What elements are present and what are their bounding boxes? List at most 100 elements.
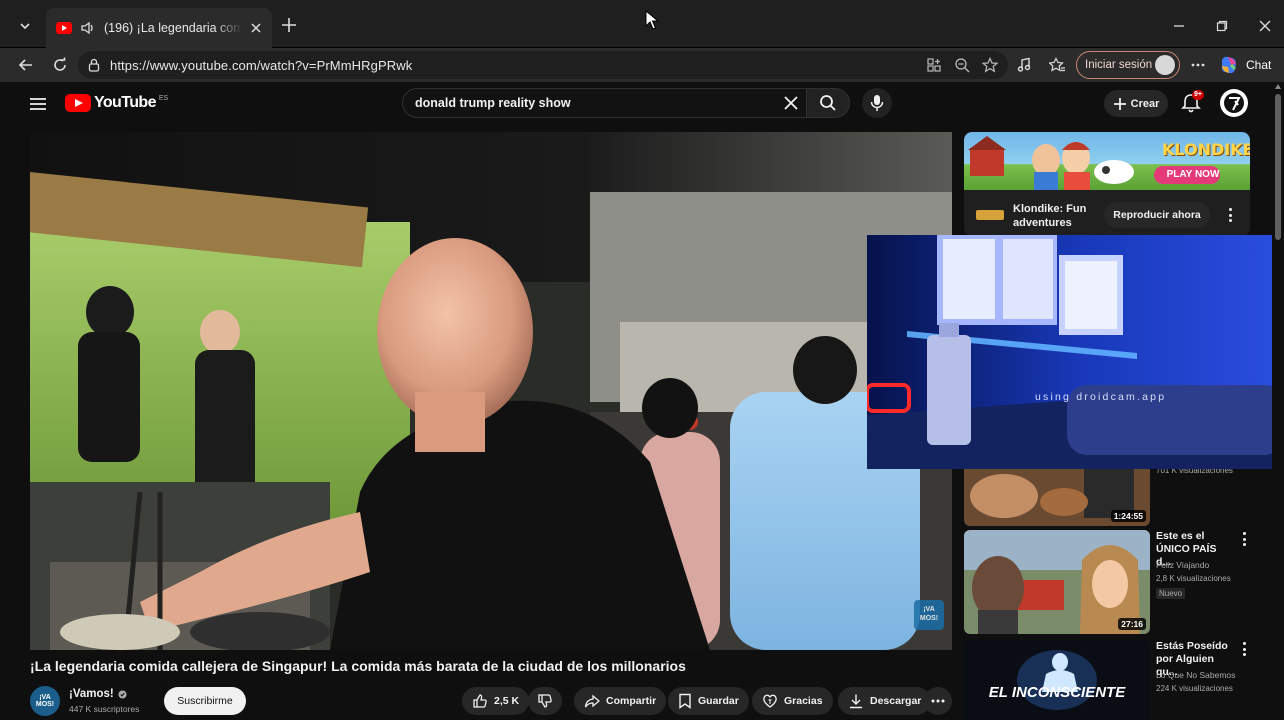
like-button[interactable]: 2,5 K	[462, 687, 530, 715]
copilot-icon	[1221, 56, 1237, 74]
droidcam-overlay[interactable]: using droidcam.app	[867, 235, 1284, 469]
search-icon	[820, 95, 836, 111]
list-item[interactable]: 27:16 Este es el ÚNICO PAÍS d... Feliz V…	[964, 530, 1254, 634]
search-input[interactable]: donald trump reality show	[402, 88, 806, 118]
share-button[interactable]: Compartir	[574, 687, 667, 715]
video-thumbnail[interactable]: EL INCONSCIENTE	[964, 640, 1150, 720]
close-tab-icon[interactable]	[250, 22, 262, 34]
notifications-button[interactable]: 9+	[1180, 90, 1204, 116]
save-button[interactable]: Guardar	[668, 687, 749, 715]
kebab-menu-icon[interactable]	[1242, 642, 1246, 656]
ad-play-now-button[interactable]: PLAY NOW	[1160, 169, 1226, 180]
ad-title[interactable]: Klondike: Fun adventures	[1013, 202, 1109, 230]
video-player[interactable]: ¡VA MOS!	[30, 132, 952, 650]
kebab-menu-icon[interactable]	[1242, 532, 1246, 546]
list-item[interactable]: 1:24:55 701 K visualizaciones	[964, 452, 1254, 526]
browser-tab-bar: (196) ¡La legendaria comida c	[0, 0, 1284, 48]
thumbs-up-icon	[473, 694, 487, 708]
reload-button[interactable]	[48, 53, 72, 77]
zoom-button[interactable]	[952, 55, 972, 75]
thumbnail-image	[964, 640, 1150, 720]
mouse-cursor-icon	[645, 10, 659, 30]
video-owner-row: ¡VA MOS! ¡Vamos! 447 K suscriptores Susc…	[30, 684, 952, 720]
voice-search-button[interactable]	[862, 88, 892, 118]
list-item[interactable]: EL INCONSCIENTE Estás Poseído por Alguie…	[964, 640, 1254, 720]
subscribe-button[interactable]: Suscribirme	[164, 687, 246, 715]
view-count: 224 K visualizaciones	[1156, 684, 1233, 693]
download-label: Descargar	[870, 695, 922, 707]
download-button[interactable]: Descargar	[838, 687, 932, 715]
favorites-star-icon	[1049, 57, 1065, 72]
channel-name-link[interactable]: ¡Vamos!	[69, 688, 127, 700]
page-scrollbar[interactable]	[1272, 82, 1284, 720]
restore-button[interactable]	[1210, 14, 1234, 38]
favorite-button[interactable]	[980, 55, 1000, 75]
account-logo-icon	[1224, 93, 1244, 113]
back-button[interactable]	[14, 53, 38, 77]
video-thumbnail[interactable]: 27:16	[964, 530, 1150, 634]
notification-count-badge: 9+	[1192, 90, 1204, 100]
favorites-button[interactable]	[1045, 53, 1069, 77]
plus-icon	[1113, 97, 1126, 110]
youtube-masthead: YouTube ES donald trump reality show Cre…	[10, 82, 1272, 126]
youtube-logo[interactable]: YouTube ES	[65, 94, 168, 112]
more-horizontal-icon	[1191, 63, 1205, 67]
logo-region: ES	[158, 94, 169, 102]
more-actions-button[interactable]	[924, 687, 952, 715]
tab-actions-menu-button[interactable]	[10, 12, 40, 40]
create-label: Crear	[1130, 97, 1160, 110]
close-window-button[interactable]	[1253, 14, 1277, 38]
download-icon	[850, 694, 862, 709]
sign-in-button[interactable]: Iniciar sesión	[1076, 51, 1180, 79]
guide-menu-button[interactable]	[28, 94, 48, 114]
new-badge: Nuevo	[1156, 588, 1186, 599]
logo-text: YouTube	[94, 94, 156, 111]
address-bar[interactable]: https://www.youtube.com/watch?v=PrMmHRgP…	[78, 51, 1008, 79]
app-grid-icon	[927, 58, 941, 72]
speaker-icon[interactable]	[80, 21, 96, 35]
super-thanks-icon	[763, 694, 777, 708]
save-label: Guardar	[698, 695, 739, 707]
video-duration: 1:24:55	[1110, 510, 1146, 522]
url-text: https://www.youtube.com/watch?v=PrMmHRgP…	[110, 57, 413, 73]
scrollbar-thumb[interactable]	[1275, 94, 1281, 240]
subscriber-count: 447 K suscriptores	[69, 704, 140, 714]
thumbnail-text: EL INCONSCIENTE	[988, 684, 1126, 701]
channel-name[interactable]: Feliz Viajando	[1156, 560, 1209, 570]
youtube-play-icon	[65, 94, 91, 112]
chevron-down-icon	[20, 23, 30, 30]
channel-name[interactable]: Lo Que No Sabemos	[1156, 670, 1235, 680]
channel-avatar[interactable]: ¡VA MOS!	[30, 686, 60, 716]
channel-name: ¡Vamos!	[69, 688, 114, 700]
dislike-button[interactable]	[528, 687, 562, 715]
bookmark-icon	[679, 693, 691, 709]
browser-tab-active[interactable]: (196) ¡La legendaria comida c	[46, 8, 272, 48]
copilot-chat-button[interactable]: Chat	[1218, 52, 1271, 78]
droidcam-caption: using droidcam.app	[1035, 391, 1167, 403]
settings-more-button[interactable]	[1186, 53, 1210, 77]
ad-play-button[interactable]: Reproducir ahora	[1104, 202, 1210, 228]
close-icon	[1259, 20, 1271, 32]
new-tab-button[interactable]	[278, 14, 300, 36]
video-frame-image	[30, 132, 952, 650]
video-duration: 27:16	[1118, 618, 1146, 630]
search-button[interactable]	[806, 88, 850, 118]
channel-watermark[interactable]: ¡VA MOS!	[914, 600, 944, 630]
minimize-icon	[1174, 25, 1184, 27]
app-available-button[interactable]	[924, 55, 944, 75]
plus-icon	[282, 18, 296, 32]
thanks-label: Gracias	[784, 695, 823, 707]
hamburger-menu-icon	[30, 98, 46, 110]
arrow-left-icon	[18, 59, 32, 71]
scroll-up-icon[interactable]	[1275, 84, 1281, 89]
ad-banner-image[interactable]: KLONDIKE PLAY NOW	[964, 132, 1250, 190]
thanks-button[interactable]: Gracias	[752, 687, 833, 715]
search-query: donald trump reality show	[415, 96, 571, 110]
media-control-button[interactable]	[1012, 53, 1036, 77]
minimize-button[interactable]	[1167, 14, 1191, 38]
browser-toolbar: https://www.youtube.com/watch?v=PrMmHRgP…	[0, 48, 1284, 82]
kebab-menu-icon[interactable]	[1228, 208, 1232, 222]
clear-search-icon[interactable]	[782, 94, 800, 112]
account-avatar[interactable]	[1220, 89, 1248, 117]
create-button[interactable]: Crear	[1104, 90, 1168, 117]
